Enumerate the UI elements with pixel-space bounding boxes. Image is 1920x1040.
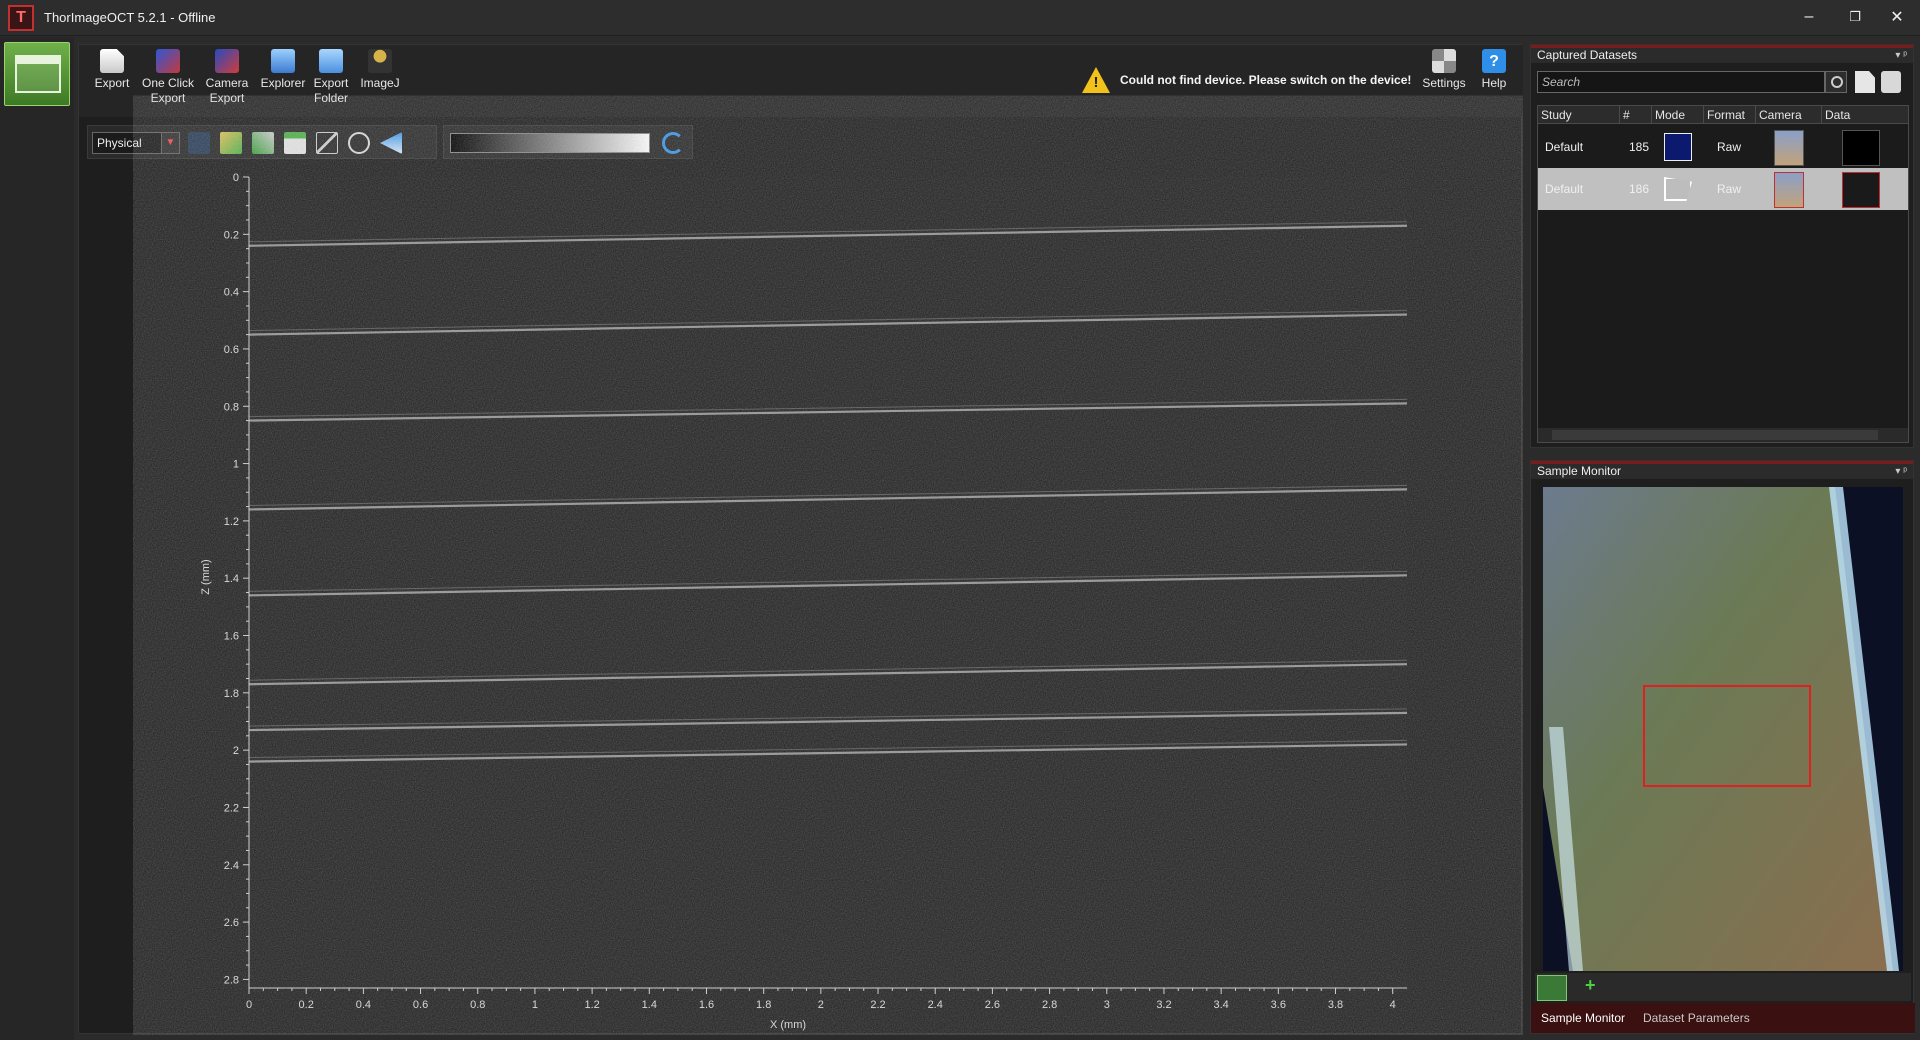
- sample-monitor-panel: Sample Monitor ▾ ᵖ + Sample Monitor Data…: [1530, 460, 1915, 1034]
- table-row[interactable]: Default 185 Raw: [1538, 126, 1908, 168]
- window-layout-button[interactable]: [4, 42, 70, 106]
- import-dataset-icon[interactable]: [1881, 71, 1901, 93]
- x-tick-label: 3.8: [1328, 999, 1343, 1011]
- sample-monitor-title: Sample Monitor: [1537, 464, 1622, 478]
- pin-icon[interactable]: ▾ ᵖ: [1895, 48, 1907, 63]
- column-number[interactable]: #: [1620, 106, 1652, 124]
- x-tick-label: 1.8: [756, 999, 771, 1011]
- sample-monitor-header: Sample Monitor ▾ ᵖ: [1531, 461, 1913, 479]
- x-tick-label: 2.6: [985, 999, 1000, 1011]
- window-layout-icon: [15, 55, 61, 93]
- x-tick-label: 0.6: [413, 999, 428, 1011]
- x-tick-label: 2: [818, 999, 824, 1011]
- left-strip: [0, 37, 74, 1040]
- z-tick-label: 0.8: [224, 401, 239, 413]
- measure-icon[interactable]: [1537, 975, 1567, 1001]
- x-axis-label: X (mm): [770, 1019, 806, 1031]
- sample-monitor-toolbar: +: [1535, 973, 1911, 1001]
- row-study: Default: [1545, 140, 1584, 154]
- app-logo-icon: T: [8, 4, 34, 31]
- z-tick-label: 0.2: [224, 229, 239, 241]
- captured-datasets-panel: Captured Datasets ▾ ᵖ Search Study # Mod…: [1530, 44, 1914, 448]
- z-tick-label: 1: [233, 459, 239, 471]
- mode-2d-icon: [1664, 177, 1692, 201]
- row-number: 185: [1629, 140, 1650, 154]
- x-tick-label: 1.6: [699, 999, 714, 1011]
- x-tick-label: 3: [1104, 999, 1110, 1011]
- sample-monitor-tabs: Sample Monitor Dataset Parameters: [1531, 1003, 1915, 1033]
- scrollbar-thumb[interactable]: [1552, 430, 1878, 440]
- close-button[interactable]: ✕: [1874, 4, 1920, 30]
- title-bar: T ThorImageOCT 5.2.1 - Offline – ❐ ✕: [0, 0, 1920, 36]
- main-area: Export One Click Export Camera Export Ex…: [78, 44, 1523, 1035]
- x-tick-label: 1.2: [584, 999, 599, 1011]
- horizontal-scrollbar[interactable]: [1538, 428, 1908, 442]
- data-thumbnail: [1842, 130, 1880, 166]
- pin-icon[interactable]: ▾ ᵖ: [1895, 464, 1907, 479]
- x-tick-label: 1: [532, 999, 538, 1011]
- camera-thumbnail: [1774, 130, 1804, 166]
- x-tick-label: 0.2: [299, 999, 314, 1011]
- z-tick-label: 1.2: [224, 516, 239, 528]
- x-tick-label: 0.8: [470, 999, 485, 1011]
- x-tick-label: 0: [246, 999, 252, 1011]
- z-tick-label: 1.4: [224, 573, 239, 585]
- x-tick-label: 3.4: [1213, 999, 1228, 1011]
- z-tick-label: 1.6: [224, 631, 239, 643]
- data-thumbnail: [1842, 172, 1880, 208]
- x-tick-label: 0.4: [356, 999, 371, 1011]
- x-tick-label: 3.6: [1271, 999, 1286, 1011]
- x-tick-label: 2.4: [928, 999, 943, 1011]
- oct-scan-plot[interactable]: 0 0.2 0.4 0.6 0.8 1 1.2 1.4 1.6 1.8 2 2.2 2.4 2.6 2.8 3…: [79, 45, 1523, 1035]
- tab-sample-monitor[interactable]: Sample Monitor: [1531, 1003, 1635, 1033]
- row-format: Raw: [1717, 182, 1742, 196]
- tab-dataset-parameters[interactable]: Dataset Parameters: [1633, 1003, 1760, 1033]
- table-row[interactable]: Default 186 Raw: [1538, 168, 1908, 210]
- datasets-table-header: Study # Mode Format Camera Data: [1538, 106, 1908, 124]
- scan-speckle: [249, 177, 1407, 988]
- z-tick-label: 2.2: [224, 802, 239, 814]
- column-camera[interactable]: Camera: [1756, 106, 1822, 124]
- datasets-table: Study # Mode Format Camera Data Default …: [1537, 105, 1909, 443]
- x-tick-label: 2.2: [870, 999, 885, 1011]
- minimize-button[interactable]: –: [1786, 4, 1832, 30]
- x-tick-label: 1.4: [642, 999, 657, 1011]
- captured-datasets-header: Captured Datasets ▾ ᵖ: [1531, 45, 1913, 63]
- sample-camera-view[interactable]: [1543, 487, 1903, 971]
- search-icon[interactable]: [1825, 71, 1847, 93]
- column-data[interactable]: Data: [1822, 106, 1908, 124]
- row-study: Default: [1545, 182, 1584, 196]
- z-tick-label: 0: [233, 172, 239, 184]
- captured-datasets-title: Captured Datasets: [1537, 48, 1638, 62]
- camera-thumbnail: [1774, 172, 1804, 208]
- z-tick-label: 2.8: [224, 974, 239, 986]
- row-number: 186: [1629, 182, 1650, 196]
- restore-button[interactable]: ❐: [1832, 4, 1878, 30]
- column-format[interactable]: Format: [1704, 106, 1756, 124]
- new-dataset-icon[interactable]: [1855, 71, 1875, 93]
- x-tick-label: 2.8: [1042, 999, 1057, 1011]
- window-title: ThorImageOCT 5.2.1 - Offline: [44, 10, 216, 25]
- z-tick-label: 1.8: [224, 688, 239, 700]
- z-axis-label: Z (mm): [200, 559, 212, 594]
- column-study[interactable]: Study: [1538, 106, 1620, 124]
- row-format: Raw: [1717, 140, 1742, 154]
- z-tick-label: 2: [233, 745, 239, 757]
- sample-camera-image: [1543, 487, 1903, 971]
- mode-3d-icon: [1664, 133, 1692, 161]
- z-tick-label: 0.6: [224, 344, 239, 356]
- z-tick-label: 2.6: [224, 917, 239, 929]
- search-input[interactable]: Search: [1537, 71, 1825, 93]
- column-mode[interactable]: Mode: [1652, 106, 1704, 124]
- x-tick-label: 4: [1390, 999, 1396, 1011]
- z-tick-label: 2.4: [224, 860, 239, 872]
- add-icon[interactable]: +: [1585, 975, 1596, 996]
- x-tick-label: 3.2: [1156, 999, 1171, 1011]
- z-tick-label: 0.4: [224, 287, 239, 299]
